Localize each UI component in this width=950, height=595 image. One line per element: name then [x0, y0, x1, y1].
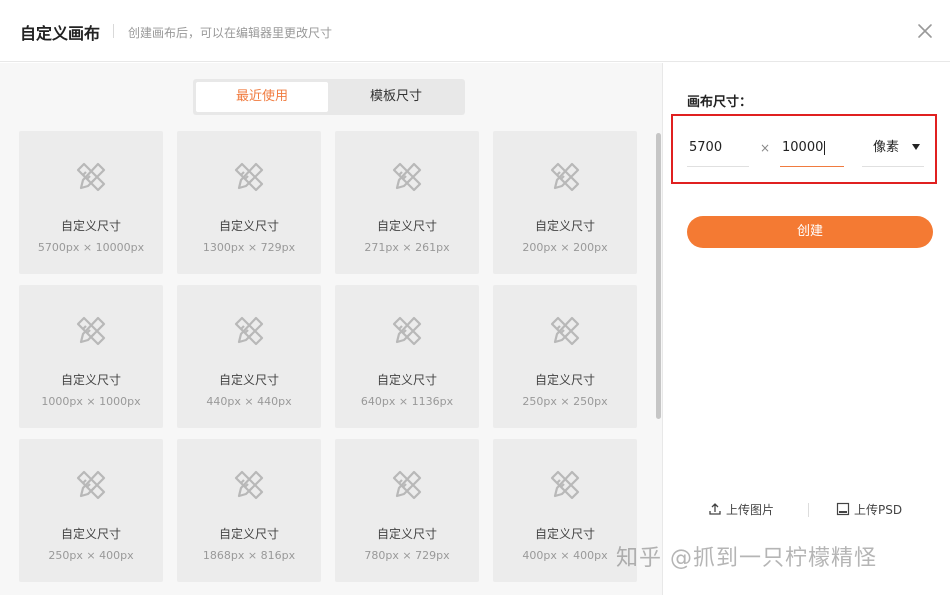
close-icon[interactable] — [914, 20, 936, 42]
pencil-ruler-icon — [550, 316, 580, 346]
scrollbar[interactable] — [655, 63, 662, 595]
pencil-ruler-icon — [234, 162, 264, 192]
pencil-ruler-icon — [392, 316, 422, 346]
canvas-list-panel: 最近使用 模板尺寸 自定义尺寸 5700px × 10000px 自定义尺寸 1300… — [0, 63, 662, 595]
card-size: 5700px × 10000px — [37, 241, 145, 254]
unit-select[interactable]: 像素 — [862, 137, 924, 167]
caret-down-icon — [912, 144, 920, 150]
title-divider — [113, 24, 114, 38]
height-input[interactable]: 10000 — [780, 137, 844, 167]
width-input[interactable]: 5700 — [687, 137, 749, 167]
upload-image-button[interactable]: 上传图片 — [708, 499, 774, 521]
canvas-size-card[interactable]: 自定义尺寸 271px × 261px — [335, 131, 479, 274]
times-sign: × — [760, 141, 771, 155]
upload-psd-button[interactable]: 上传PSD — [836, 499, 902, 521]
card-label: 自定义尺寸 — [60, 219, 121, 233]
upload-image-label: 上传图片 — [726, 503, 775, 517]
dialog-header: 自定义画布 创建画布后，可以在编辑器里更改尺寸 — [0, 0, 950, 62]
card-label: 自定义尺寸 — [60, 527, 121, 541]
card-size: 1868px × 816px — [202, 549, 296, 562]
card-label: 自定义尺寸 — [376, 219, 437, 233]
custom-canvas-dialog: 自定义画布 创建画布后，可以在编辑器里更改尺寸 最近使用 模板尺寸 自定义尺寸 5… — [0, 0, 950, 595]
pencil-ruler-icon — [234, 470, 264, 500]
card-size: 250px × 250px — [522, 395, 608, 408]
card-size: 250px × 400px — [48, 549, 134, 562]
tab-template-sizes[interactable]: 模板尺寸 — [330, 82, 462, 112]
card-size: 780px × 729px — [364, 549, 450, 562]
card-label: 自定义尺寸 — [534, 219, 595, 233]
card-size: 440px × 440px — [206, 395, 292, 408]
create-button[interactable]: 创建 — [687, 216, 933, 248]
card-label: 自定义尺寸 — [218, 527, 279, 541]
width-value: 5700 — [689, 140, 723, 155]
canvas-size-card[interactable]: 自定义尺寸 250px × 250px — [493, 285, 637, 428]
upload-icon — [709, 503, 721, 515]
canvas-size-panel: 画布尺寸： 5700 × 10000 像素 创建 — [662, 63, 950, 595]
upload-divider — [808, 503, 809, 517]
canvas-size-card[interactable]: 自定义尺寸 1868px × 816px — [177, 439, 321, 582]
canvas-size-card[interactable]: 自定义尺寸 200px × 200px — [493, 131, 637, 274]
card-size: 1300px × 729px — [202, 241, 296, 254]
card-size: 1000px × 1000px — [41, 395, 141, 408]
card-label: 自定义尺寸 — [534, 373, 595, 387]
pencil-ruler-icon — [550, 162, 580, 192]
canvas-size-card[interactable]: 自定义尺寸 640px × 1136px — [335, 285, 479, 428]
card-size: 271px × 261px — [364, 241, 450, 254]
card-size: 200px × 200px — [522, 241, 608, 254]
card-label: 自定义尺寸 — [60, 373, 121, 387]
canvas-size-card[interactable]: 自定义尺寸 1300px × 729px — [177, 131, 321, 274]
card-label: 自定义尺寸 — [376, 373, 437, 387]
card-label: 自定义尺寸 — [218, 219, 279, 233]
dialog-title: 自定义画布 — [20, 24, 101, 43]
unit-value: 像素 — [873, 140, 900, 155]
watermark: 知乎 @抓到一只柠檬精怪 — [616, 546, 877, 571]
card-size: 640px × 1136px — [360, 395, 454, 408]
canvas-size-card[interactable]: 自定义尺寸 1000px × 1000px — [19, 285, 163, 428]
pencil-ruler-icon — [550, 470, 580, 500]
pencil-ruler-icon — [76, 470, 106, 500]
tab-recent[interactable]: 最近使用 — [196, 82, 328, 112]
pencil-ruler-icon — [76, 316, 106, 346]
upload-psd-label: 上传PSD — [854, 503, 903, 517]
pencil-ruler-icon — [76, 162, 106, 192]
canvas-size-card[interactable]: 自定义尺寸 5700px × 10000px — [19, 131, 163, 274]
height-value: 10000 — [782, 140, 824, 155]
pencil-ruler-icon — [392, 470, 422, 500]
card-label: 自定义尺寸 — [376, 527, 437, 541]
text-caret — [824, 140, 826, 155]
pencil-ruler-icon — [234, 316, 264, 346]
canvas-size-label: 画布尺寸： — [687, 95, 753, 110]
tab-bar: 最近使用 模板尺寸 — [193, 79, 465, 115]
canvas-size-card[interactable]: 自定义尺寸 780px × 729px — [335, 439, 479, 582]
canvas-size-card[interactable]: 自定义尺寸 440px × 440px — [177, 285, 321, 428]
scrollbar-thumb[interactable] — [656, 133, 661, 419]
pencil-ruler-icon — [392, 162, 422, 192]
psd-file-icon — [836, 502, 850, 516]
canvas-size-card[interactable]: 自定义尺寸 250px × 400px — [19, 439, 163, 582]
card-label: 自定义尺寸 — [218, 373, 279, 387]
dialog-subtitle: 创建画布后，可以在编辑器里更改尺寸 — [128, 26, 333, 40]
